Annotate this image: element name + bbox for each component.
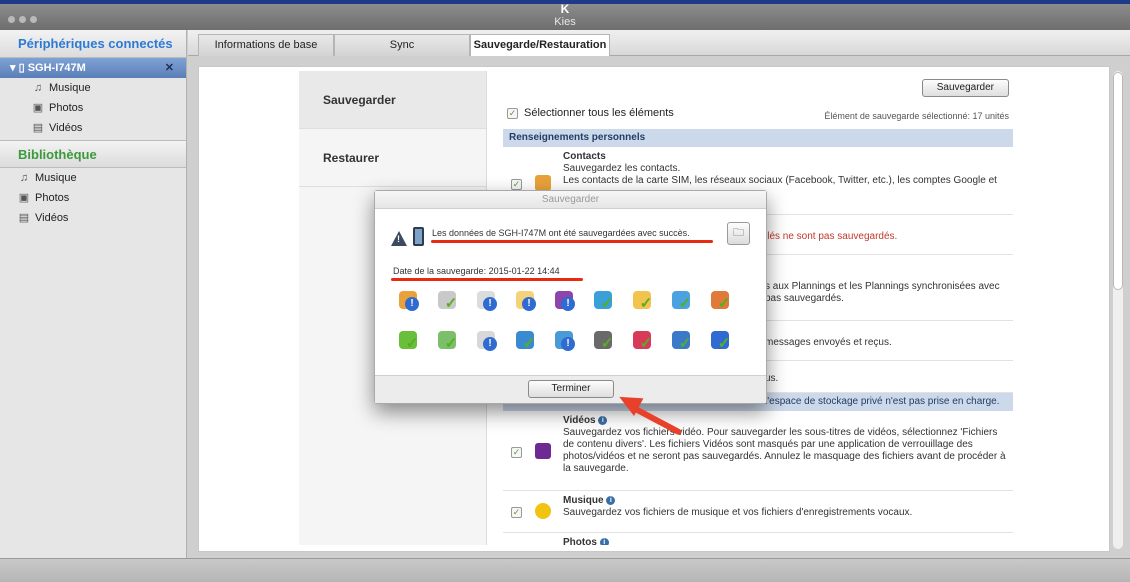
row-videos: ✓ Vidéos i Sauvegardez vos fichiers vidéo… [503,411,1013,491]
calendar-description: s aux Plannings et les Plannings synchro… [765,281,1000,304]
dialog-title: Sauvegarder [375,191,766,209]
ebooks-success-icon: ✓ [711,291,733,313]
menu-restore[interactable]: Restaurer [299,129,486,187]
tab-sync[interactable]: Sync [334,34,470,56]
row-music: ✓ Musique i Sauvegardez vos fichiers de m… [503,491,1013,533]
menu-backup[interactable]: Sauvegarder [299,71,486,129]
library-item-videos[interactable]: ▤ Vidéos [0,208,186,228]
misc-success-icon: ✓ [711,331,733,353]
library-item-label: Vidéos [35,212,69,224]
phone-settings-success-icon: ✓ [594,331,616,353]
device-item-music[interactable]: ♫ Musique [0,78,186,98]
wifi-success-icon: ✓ [516,331,538,353]
ringtones-success-icon: ✓ [633,331,655,353]
contacts-title: Contacts [563,151,606,162]
library-item-music[interactable]: ♫ Musique [0,168,186,188]
music-checkbox[interactable]: ✓ [511,507,522,518]
select-all-row[interactable]: ✓ Sélectionner tous les éléments [507,107,674,119]
selected-count: Élément de sauvegarde sélectionné: 17 un… [824,111,1009,121]
tab-bar: Informations de base Sync Sauvegarde/Res… [188,30,1130,56]
disconnect-icon[interactable]: ✕ [165,58,174,78]
warning-icon: ! [391,231,407,246]
sidebar: Périphériques connectés ▾ ▯ SGH-I747M ✕ … [0,30,187,558]
window-title: Kies [554,16,576,28]
bookmarks-success-icon: ✓ [633,291,655,313]
memo-success-icon: ✓ [438,291,460,313]
alarm-warning-icon: ! [477,331,499,353]
contacts-checkbox[interactable]: ✓ [511,179,522,190]
done-button[interactable]: Terminer [528,380,614,398]
library-heading: Bibliothèque [0,140,186,168]
music-icon: ♫ [33,82,43,94]
contacts-warning-icon: ! [399,291,421,313]
annotation-underline [431,240,713,243]
search-success-icon: ✓ [672,331,694,353]
device-item-videos[interactable]: ▤ Vidéos [0,118,186,138]
info-icon[interactable]: i [606,495,616,505]
phone-icon: ▾ ▯ [10,62,28,74]
contacts-icon [535,175,551,191]
backup-date: Date de la sauvegarde: 2015-01-22 14:44 [393,266,560,276]
messages-success-icon: ✓ [672,291,694,313]
folder-search-icon: 🗀 [733,227,744,239]
warning-text: llés ne sont pas sauvegardés. [765,231,898,242]
info-icon[interactable]: i [598,415,608,425]
device-item-label: Vidéos [49,122,83,134]
scrollbar-thumb[interactable] [1113,72,1123,290]
contacts-description: Sauvegardez les contacts. Les contacts d… [563,163,997,186]
video-icon: ▤ [32,122,44,134]
window-title-bar: K Kies [0,0,1130,30]
tab-backup-restore[interactable]: Sauvegarde/Restauration [470,34,610,56]
settings-warning-icon: ! [555,331,577,353]
library-item-photos[interactable]: ▣ Photos [0,188,186,208]
video-icon: ▤ [18,212,30,224]
video-icon [535,443,551,459]
music-icon [535,503,551,519]
section-content-note: l'espace de stockage privé n'est pas pri… [765,396,1000,407]
photos-title: Photos [563,537,597,545]
calendar-warning-icon: ! [477,291,499,313]
device-item-label: Photos [49,102,84,114]
section-personal-info: Renseignements personnels [503,129,1013,147]
tasks-warning-icon: ! [555,291,577,313]
backup-complete-dialog: Sauvegarder ! Les données de SGH-I747M o… [374,190,767,404]
photo-icon: ▣ [18,192,30,204]
library-item-label: Musique [35,172,77,184]
open-folder-button[interactable]: 🗀 [727,222,750,245]
status-bar [0,558,1130,582]
apps-success-icon: ✓ [399,331,421,353]
dialog-footer: Terminer [375,375,766,403]
email-warning-icon: ! [516,291,538,313]
device-name: SGH-I747M [27,62,86,74]
select-all-label: Sélectionner tous les éléments [524,107,674,119]
device-item-sgh-i747m[interactable]: ▾ ▯ SGH-I747M ✕ [0,58,186,78]
select-all-checkbox[interactable]: ✓ [507,107,518,119]
videos-title: Vidéos [563,415,596,426]
backup-success-message: Les données de SGH-I747M ont été sauvega… [432,228,690,238]
music-description: Sauvegardez vos fichiers de musique et v… [563,507,913,518]
info-icon[interactable]: i [599,537,609,545]
call-log-success-icon: ✓ [594,291,616,313]
music-title: Musique [563,495,604,506]
photo-icon: ▣ [32,102,44,114]
device-item-label: Musique [49,82,91,94]
tab-basic-info[interactable]: Informations de base [198,34,334,56]
kies-logo: K [560,2,570,16]
library-item-label: Photos [35,192,70,204]
phone-icon [413,227,424,246]
device-item-photos[interactable]: ▣ Photos [0,98,186,118]
row-photos: Photos i [503,533,1013,545]
music-icon: ♫ [19,172,29,184]
backup-button[interactable]: Sauvegarder [921,79,1009,97]
videos-description: Sauvegardez vos fichiers vidéo. Pour sau… [563,427,1006,474]
wallpaper-success-icon: ✓ [438,331,460,353]
dialog-body: ! Les données de SGH-I747M ont été sauve… [375,209,766,375]
annotation-underline [391,278,583,281]
videos-checkbox[interactable]: ✓ [511,447,522,458]
messages-description: messages envoyés et reçus. [765,337,892,348]
connected-devices-heading: Périphériques connectés [0,30,186,58]
item-description: us. [765,373,779,384]
